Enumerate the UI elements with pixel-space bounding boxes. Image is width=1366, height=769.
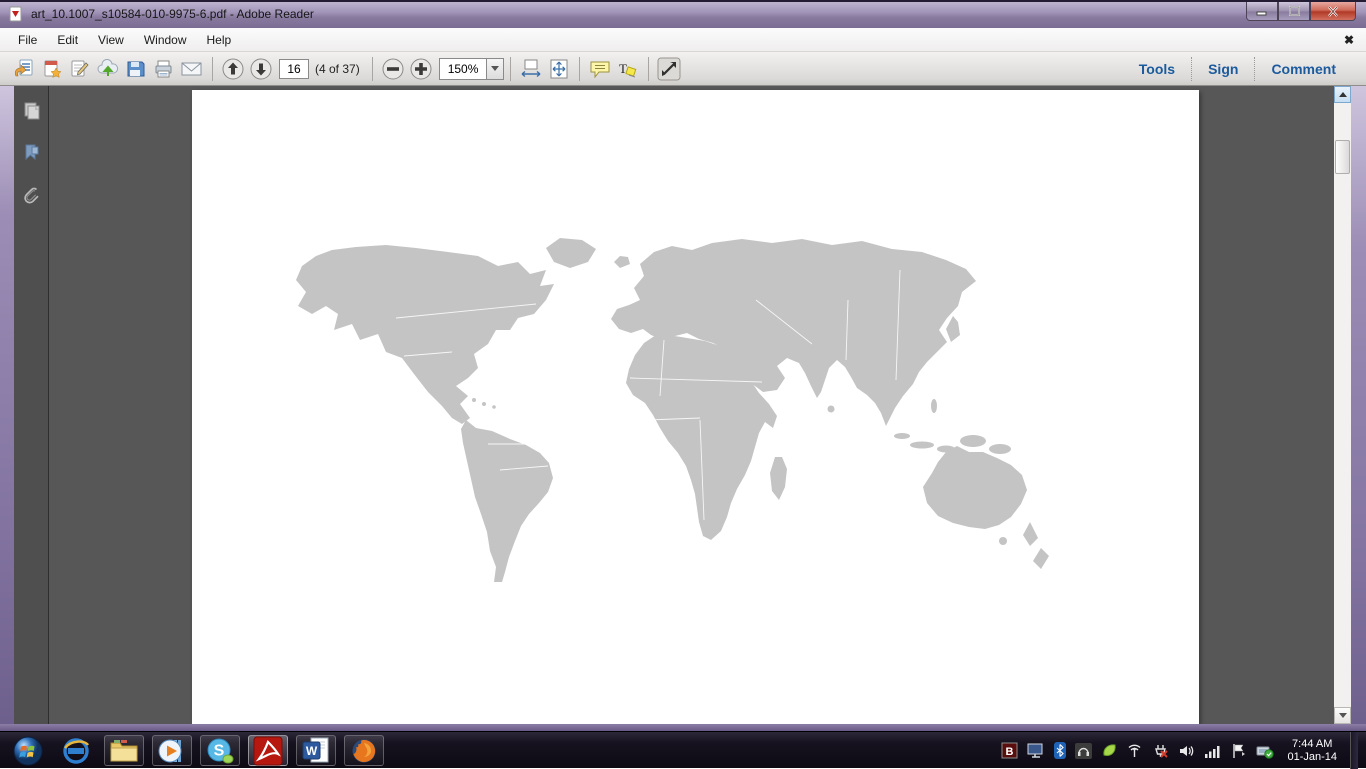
toolbar: (4 of 37) 150% T Tools: [0, 52, 1366, 86]
zoom-combo[interactable]: 150%: [439, 58, 505, 80]
open-recent-button[interactable]: [10, 56, 38, 82]
fit-width-button[interactable]: [517, 56, 545, 82]
word-icon[interactable]: W: [296, 735, 336, 766]
save-button[interactable]: [122, 56, 150, 82]
tools-tab[interactable]: Tools: [1123, 61, 1191, 77]
pdf-file-icon: [8, 6, 24, 22]
minimize-button[interactable]: [1246, 2, 1278, 21]
pdf-page: [192, 90, 1199, 724]
bookmarks-icon[interactable]: [14, 136, 49, 170]
fit-page-button[interactable]: [545, 56, 573, 82]
print-button[interactable]: [150, 56, 178, 82]
cloud-upload-button[interactable]: [94, 56, 122, 82]
network-bars-icon[interactable]: [1204, 743, 1222, 759]
internet-explorer-icon[interactable]: [56, 735, 96, 766]
world-map-figure: [192, 90, 1199, 724]
vertical-scrollbar[interactable]: [1334, 86, 1351, 724]
menu-view[interactable]: View: [88, 29, 134, 51]
maximize-button[interactable]: [1278, 2, 1310, 21]
skype-icon[interactable]: S: [200, 735, 240, 766]
sign-tab[interactable]: Sign: [1192, 61, 1254, 77]
attachments-icon[interactable]: [14, 178, 49, 212]
page-up-button[interactable]: [219, 56, 247, 82]
highlight-text-button[interactable]: T: [614, 56, 642, 82]
taskbar: S W B 7:44 AM 01: [0, 731, 1366, 768]
zoom-dropdown-icon: [486, 59, 503, 79]
comment-tab[interactable]: Comment: [1255, 61, 1352, 77]
svg-text:S: S: [214, 742, 225, 759]
document-close-icon[interactable]: ✖: [1344, 33, 1354, 47]
zoom-out-button[interactable]: [379, 56, 407, 82]
comment-bubble-button[interactable]: [586, 56, 614, 82]
zoom-level-value: 150%: [440, 62, 487, 76]
start-button[interactable]: [8, 735, 48, 766]
window-title: art_10.1007_s10584-010-9975-6.pdf - Adob…: [31, 7, 314, 21]
headset-icon[interactable]: [1075, 743, 1092, 759]
wireless-icon[interactable]: [1126, 743, 1143, 759]
close-button[interactable]: [1310, 2, 1356, 21]
svg-text:B: B: [1006, 746, 1014, 758]
safely-remove-icon[interactable]: [1256, 743, 1274, 759]
bitdefender-icon[interactable]: B: [1001, 742, 1018, 759]
tray-clock[interactable]: 7:44 AM 01-Jan-14: [1287, 738, 1337, 764]
email-button[interactable]: [178, 56, 206, 82]
fullscreen-button[interactable]: [655, 56, 683, 82]
clock-time: 7:44 AM: [1287, 738, 1337, 751]
zoom-in-button[interactable]: [407, 56, 435, 82]
menu-help[interactable]: Help: [197, 29, 242, 51]
show-desktop-button[interactable]: [1350, 732, 1358, 769]
power-plug-icon[interactable]: [1152, 743, 1169, 759]
create-pdf-button[interactable]: [38, 56, 66, 82]
media-player-icon[interactable]: [152, 735, 192, 766]
display-icon[interactable]: [1027, 743, 1045, 759]
leaf-status-icon[interactable]: [1101, 743, 1117, 759]
sign-doc-button[interactable]: [66, 56, 94, 82]
scrollbar-thumb[interactable]: [1335, 140, 1350, 174]
scroll-down-icon[interactable]: [1334, 707, 1351, 724]
desktop: art_10.1007_s10584-010-9975-6.pdf - Adob…: [0, 0, 1366, 768]
world-map-land: [296, 238, 1049, 582]
page-number-input[interactable]: [279, 59, 309, 79]
clock-date: 01-Jan-14: [1287, 751, 1337, 764]
navigation-pane: [14, 86, 49, 724]
svg-text:W: W: [306, 744, 318, 758]
page-count-label: (4 of 37): [315, 62, 360, 76]
scroll-up-icon[interactable]: [1334, 86, 1351, 103]
page-thumbnails-icon[interactable]: [14, 94, 49, 128]
menubar: File Edit View Window Help ✖: [0, 28, 1366, 52]
menu-edit[interactable]: Edit: [47, 29, 88, 51]
firefox-icon[interactable]: [344, 735, 384, 766]
bluetooth-icon[interactable]: [1054, 742, 1066, 759]
menu-file[interactable]: File: [8, 29, 47, 51]
window-border-left: [0, 86, 14, 731]
adobe-reader-icon[interactable]: [248, 735, 288, 766]
page-down-button[interactable]: [247, 56, 275, 82]
volume-icon[interactable]: [1178, 743, 1195, 759]
windows-explorer-icon[interactable]: [104, 735, 144, 766]
window-border-right: [1351, 86, 1366, 731]
action-flag-icon[interactable]: [1231, 743, 1247, 759]
titlebar: art_10.1007_s10584-010-9975-6.pdf - Adob…: [0, 0, 1366, 28]
menu-window[interactable]: Window: [134, 29, 197, 51]
window-border-bottom: [0, 724, 1366, 731]
